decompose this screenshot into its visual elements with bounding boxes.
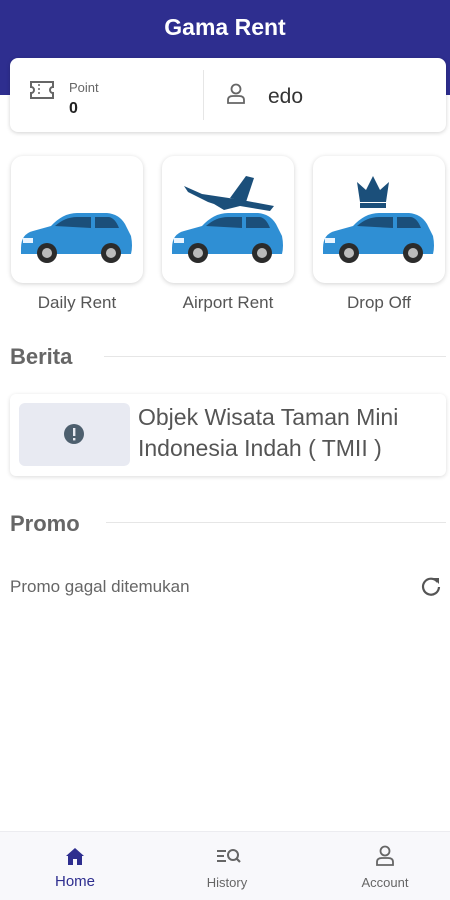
ticket-icon <box>29 80 55 105</box>
point-label: Point <box>69 80 99 95</box>
point-value: 0 <box>69 100 78 117</box>
promo-section-title: Promo <box>10 511 80 536</box>
airplane-car-icon <box>172 176 283 263</box>
nav-account[interactable]: Account <box>310 832 450 900</box>
user-icon <box>226 83 246 110</box>
app-title: Gama Rent <box>164 14 286 40</box>
divider <box>106 522 446 523</box>
daily-rent-card[interactable] <box>11 156 143 283</box>
nav-history-label: History <box>206 875 248 890</box>
drop-off-label[interactable]: Drop Off <box>313 293 445 313</box>
history-search-icon <box>217 849 241 863</box>
crown-car-icon <box>323 176 434 263</box>
car-icon <box>21 213 132 263</box>
divider <box>203 70 204 120</box>
refresh-icon[interactable] <box>420 575 442 602</box>
divider <box>104 356 446 357</box>
username[interactable]: edo <box>268 85 303 109</box>
news-item[interactable]: Objek Wisata Taman Mini Indonesia Indah … <box>10 394 446 476</box>
news-thumbnail <box>19 403 130 466</box>
home-icon <box>66 848 84 865</box>
nav-account-label: Account <box>361 875 409 890</box>
airport-rent-card[interactable] <box>162 156 294 283</box>
promo-empty-message: Promo gagal ditemukan <box>10 577 190 596</box>
bottom-navigation: Home History Account <box>0 831 450 900</box>
alert-circle-icon <box>64 424 84 444</box>
person-icon <box>376 845 394 866</box>
nav-history[interactable]: History <box>152 832 302 900</box>
nav-home[interactable]: Home <box>0 832 150 900</box>
daily-rent-label[interactable]: Daily Rent <box>11 293 143 313</box>
news-section-title: Berita <box>10 344 73 369</box>
airport-rent-label[interactable]: Airport Rent <box>162 293 294 313</box>
account-info-card: Point 0 edo <box>10 58 446 132</box>
nav-home-label: Home <box>54 873 95 890</box>
drop-off-card[interactable] <box>313 156 445 283</box>
news-title[interactable]: Objek Wisata Taman Mini Indonesia Indah … <box>138 402 438 464</box>
